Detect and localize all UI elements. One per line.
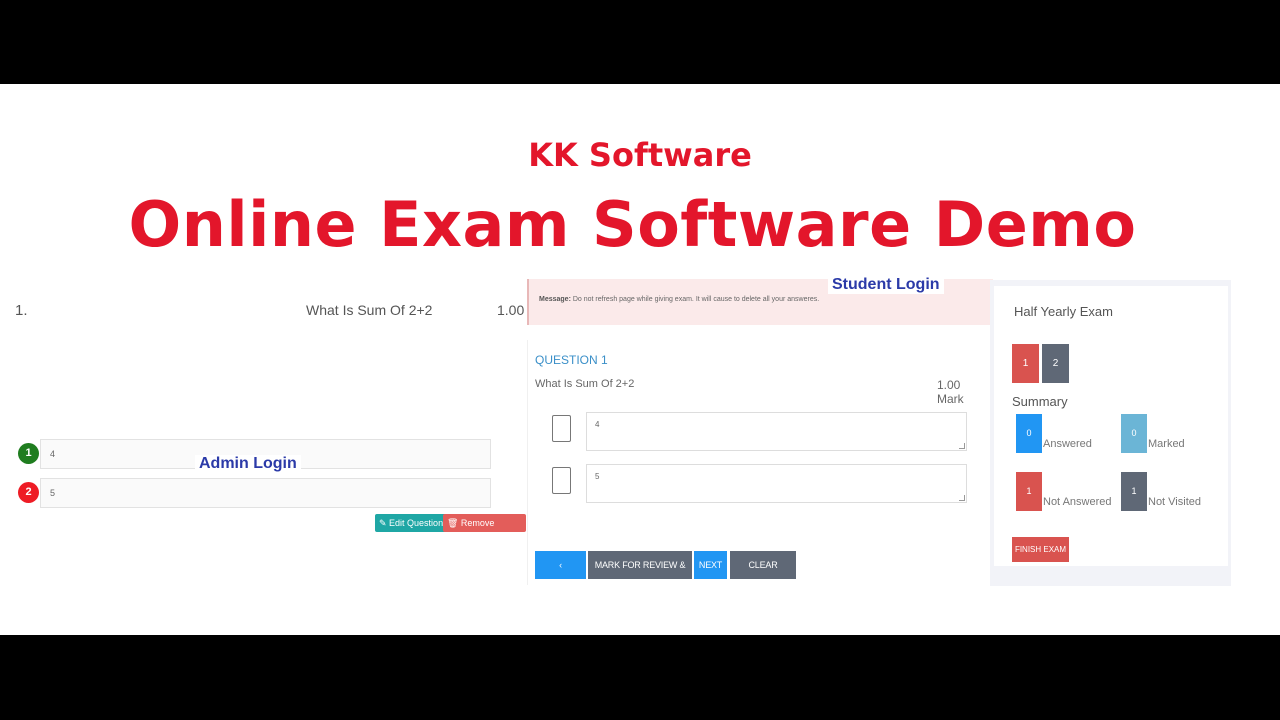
summary-title: Summary [1012,394,1068,409]
question-number: 1. [15,302,28,319]
answer-field[interactable]: 4 [586,412,967,451]
video-frame: KK Software Online Exam Software Demo 1.… [0,84,1280,635]
option-row: 2 5 [18,478,492,508]
previous-button[interactable]: ‹ PREVIOUS [535,551,586,598]
question-text: What Is Sum Of 2+2 [535,378,635,390]
option-badge: 2 [18,482,39,503]
admin-login-label: Admin Login [195,455,301,473]
not-answered-count: 1 [1016,472,1042,511]
answer-checkbox[interactable] [552,415,571,442]
sidebar-card: Half Yearly Exam 1 2 Summary 0 Answered … [994,286,1228,566]
answer-value: 4 [595,420,600,429]
answer-checkbox[interactable] [552,467,571,494]
admin-panel: 1. What Is Sum Of 2+2 1.00 1 4 2 5 Admin… [0,279,526,546]
marked-count: 0 [1121,414,1147,453]
question-text: What Is Sum Of 2+2 [306,302,433,318]
answer-value: 5 [595,472,600,481]
not-visited-count: 1 [1121,472,1147,511]
question-title: QUESTION 1 [535,353,608,367]
not-answered-label: Not Answered [1043,496,1112,508]
not-visited-label: Not Visited [1148,496,1201,508]
resize-handle-icon[interactable] [959,443,965,449]
marked-label: Marked [1148,438,1185,450]
answer-field[interactable]: 5 [586,464,967,503]
question-marks: 1.00 [497,302,525,318]
exam-name: Half Yearly Exam [1014,304,1113,319]
finish-exam-button[interactable]: FINISH EXAM [1012,537,1069,562]
exam-sidebar: Half Yearly Exam 1 2 Summary 0 Answered … [990,280,1231,586]
question-palette-button[interactable]: 1 [1012,344,1039,383]
option-badge: 1 [18,443,39,464]
clear-answer-button[interactable]: CLEAR ANSWER [730,551,796,598]
message-label: Message: [539,296,571,303]
resize-handle-icon[interactable] [959,495,965,501]
mark-review-next-button[interactable]: MARK FOR REVIEW & NEXT [588,551,692,598]
question-card: QUESTION 1 What Is Sum Of 2+2 1.00 Mark … [527,340,990,598]
next-button[interactable]: NEXT › [694,551,727,598]
answered-label: Answered [1043,438,1092,450]
option-value: 5 [40,478,491,508]
question-palette-button[interactable]: 2 [1042,344,1069,383]
student-panel: Message: Do not refresh page while givin… [527,84,993,598]
remove-question-button[interactable]: 🗑 Remove Question [443,514,526,546]
message-text: Do not refresh page while giving exam. I… [572,296,820,303]
answered-count: 0 [1016,414,1042,453]
question-marks: 1.00 Mark [937,378,964,406]
edit-question-button[interactable]: ✎ Edit Question [375,514,448,532]
student-login-label: Student Login [828,276,944,294]
